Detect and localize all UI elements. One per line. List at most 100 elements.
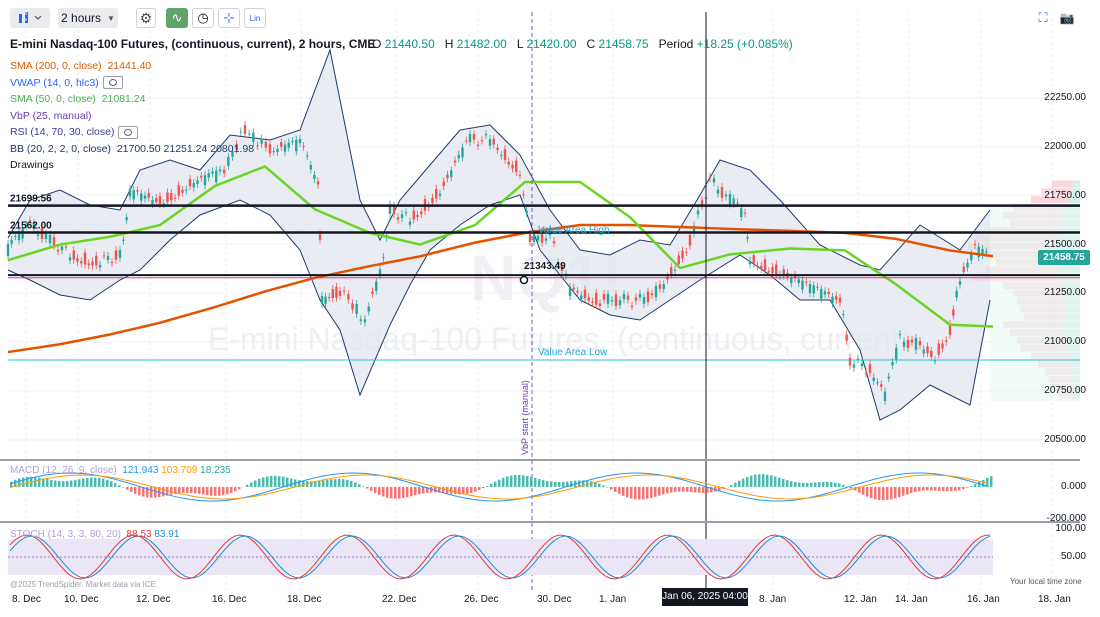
candle-body: [438, 193, 442, 196]
time-tick-label: 16. Jan: [967, 594, 1000, 605]
macd-histogram-bar: [834, 482, 837, 487]
macd-histogram-bar: [534, 477, 537, 487]
macd-histogram-bar: [98, 477, 101, 487]
candle-body: [515, 160, 518, 173]
legend-sma200[interactable]: SMA (200, 0, close) 21441.40: [10, 58, 254, 75]
candle-body: [525, 210, 528, 214]
visibility-eye-icon[interactable]: [102, 76, 123, 90]
macd-histogram-bar: [886, 487, 889, 500]
macd-histogram-bar: [758, 474, 761, 487]
macd-histogram-bar: [334, 478, 337, 487]
candle-body: [355, 304, 358, 314]
macd-histogram-bar: [206, 487, 209, 496]
macd-histogram-bar: [278, 476, 281, 487]
macd-histogram-bar: [882, 487, 885, 501]
macd-histogram-bar: [806, 482, 809, 487]
macd-histogram-bar: [570, 481, 573, 487]
candle-body: [298, 139, 302, 144]
macd-histogram-bar: [378, 487, 381, 495]
macd-histogram-bar: [702, 487, 705, 493]
vbp-start-label: VbP start (manual): [520, 380, 530, 455]
candle-body: [80, 261, 83, 264]
price-tick-label: 22000.00: [1044, 140, 1086, 152]
macd-histogram-bar: [114, 483, 117, 487]
macd-histogram-bar: [370, 487, 373, 491]
time-tick-label: 14. Jan: [895, 594, 928, 605]
macd-histogram-bar: [90, 477, 93, 487]
candle-body: [6, 244, 10, 256]
candle-body: [801, 280, 804, 290]
macd-histogram-bar: [302, 480, 305, 487]
legend-vwap[interactable]: VWAP (14, 0, hlc3): [10, 75, 254, 92]
legend-drawings[interactable]: Drawings: [10, 157, 254, 174]
candle-body: [650, 293, 654, 296]
macd-histogram-bar: [210, 487, 213, 496]
anchor-point[interactable]: [519, 275, 529, 285]
copyright-text: @2025 TrendSpider. Market data via ICE: [10, 580, 156, 589]
candle-body: [200, 175, 203, 178]
candle-body: [95, 255, 98, 266]
macd-histogram-bar: [630, 487, 633, 499]
macd-histogram-bar: [222, 487, 225, 496]
time-tick-label: 8. Dec: [12, 594, 41, 605]
legend-rsi[interactable]: RSI (14, 70, 30, close): [10, 124, 254, 141]
macd-histogram-bar: [262, 477, 265, 487]
macd-histogram-bar: [918, 487, 921, 492]
legend-sma50[interactable]: SMA (50, 0, close) 21081.24: [10, 91, 254, 108]
visibility-eye-icon[interactable]: [118, 125, 139, 139]
macd-histogram-bar: [350, 480, 353, 487]
candle-body: [522, 194, 525, 196]
candle-body: [324, 296, 327, 304]
macd-histogram-bar: [70, 480, 73, 487]
candle-body: [480, 140, 484, 142]
local-time-label[interactable]: Your local time zone: [1010, 577, 1082, 586]
candle-body: [805, 281, 808, 283]
value-area-high-label: Value Area High: [538, 225, 610, 236]
macd-histogram-bar: [598, 483, 601, 487]
macd-histogram-bar: [866, 487, 869, 497]
macd-histogram-bar: [790, 481, 793, 487]
close-label: C: [586, 37, 596, 51]
macd-histogram-bar: [902, 487, 905, 496]
stoch-axis-100: 100.00: [1055, 523, 1086, 534]
candle-body: [140, 193, 143, 201]
candle-body: [685, 251, 688, 253]
macd-histogram-bar: [862, 487, 865, 495]
candle-body: [122, 239, 125, 241]
candle-body: [595, 292, 598, 305]
candle-body: [488, 139, 492, 146]
macd-histogram-bar: [58, 480, 61, 487]
macd-legend[interactable]: MACD (12, 26, 9, close) 121.943 103.709 …: [10, 465, 231, 476]
macd-histogram-bar: [318, 480, 321, 487]
candle-body: [151, 199, 154, 205]
period-label: Period: [658, 37, 694, 51]
candle-body: [335, 286, 338, 298]
legend-vbp[interactable]: VbP (25, manual): [10, 108, 254, 125]
macd-histogram-bar: [122, 487, 125, 488]
macd-histogram-bar: [78, 479, 81, 487]
macd-histogram-bar: [102, 478, 105, 487]
candle-body: [181, 190, 184, 193]
candle-body: [162, 203, 165, 205]
macd-histogram-bar: [274, 475, 277, 487]
macd-histogram-bar: [838, 483, 841, 487]
stoch-legend[interactable]: STOCH (14, 3, 3, 80, 20) 88.53 83.91: [10, 529, 179, 540]
macd-histogram-bar: [194, 487, 197, 494]
macd-histogram-bar: [814, 482, 817, 487]
candle-body: [166, 192, 169, 203]
value-area-box: [990, 205, 1080, 401]
candle-body: [177, 185, 180, 196]
macd-histogram-bar: [770, 475, 773, 487]
macd-histogram-bar: [322, 480, 325, 487]
candle-body: [435, 188, 438, 199]
macd-histogram-bar: [354, 482, 357, 487]
candle-body: [147, 192, 150, 198]
macd-histogram-bar: [66, 480, 69, 487]
legend-bb[interactable]: BB (20, 2, 2, 0, close) 21700.50 21251.2…: [10, 141, 254, 158]
macd-histogram-bar: [562, 481, 565, 487]
macd-histogram-bar: [326, 479, 329, 487]
macd-histogram-bar: [198, 487, 201, 494]
macd-histogram-bar: [894, 487, 897, 499]
candle-body: [64, 246, 68, 248]
candle-body: [371, 291, 374, 294]
